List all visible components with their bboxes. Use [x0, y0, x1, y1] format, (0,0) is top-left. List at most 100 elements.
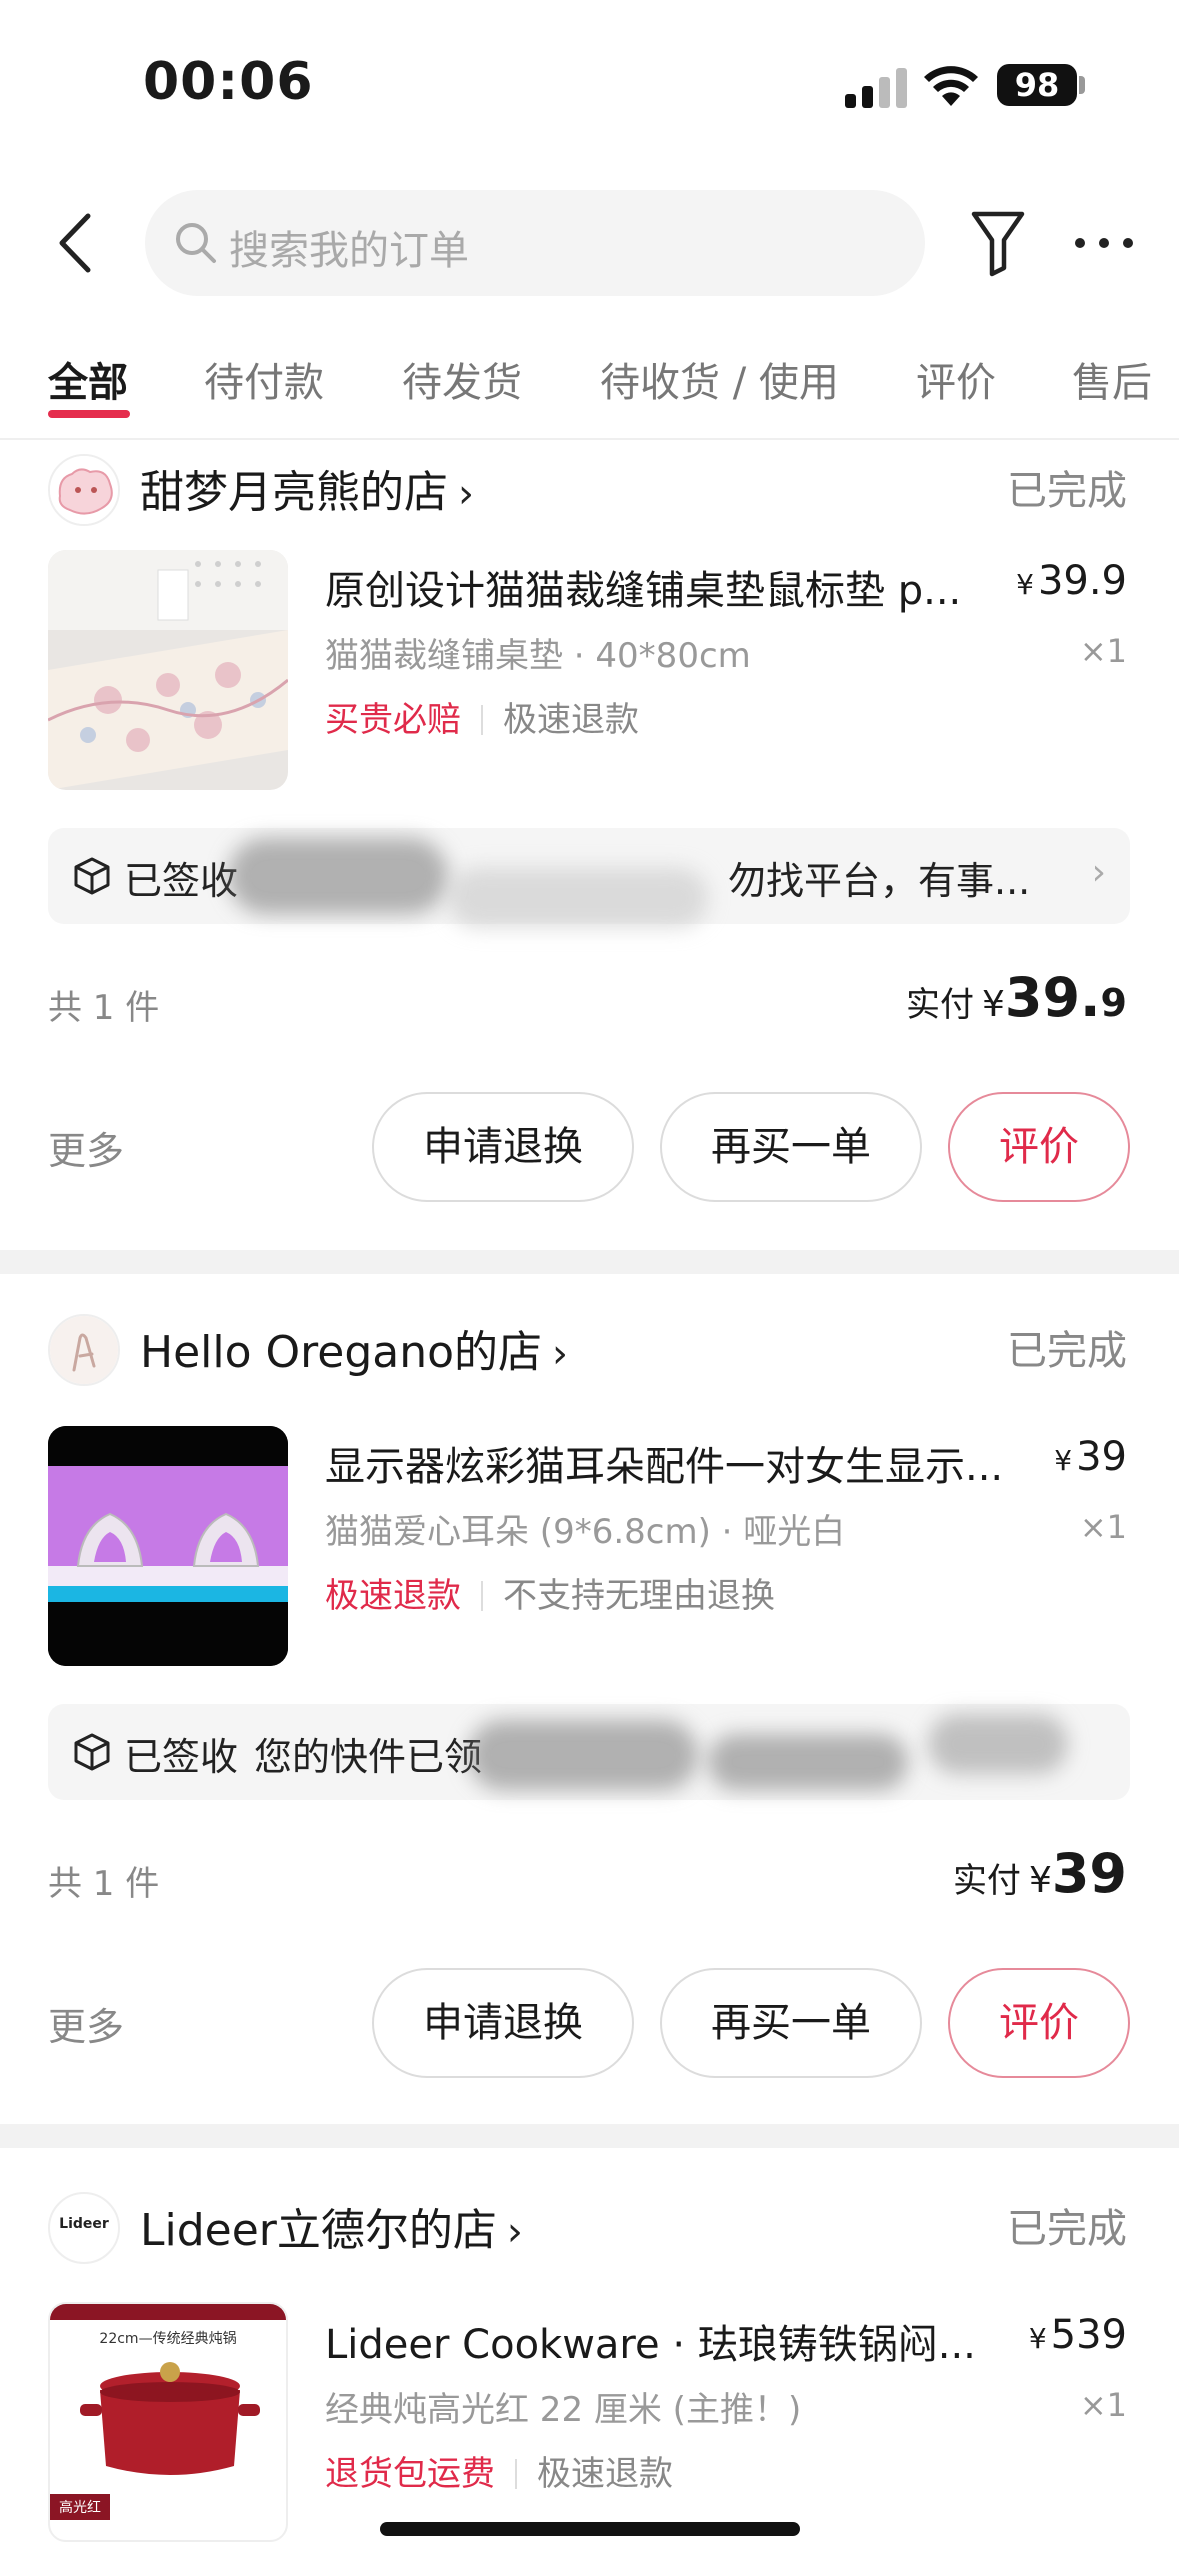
shop-logo-text: Lideer: [59, 2216, 109, 2232]
price-value: 39.9: [1037, 558, 1127, 604]
tag-fast-refund: 极速退款: [503, 700, 639, 740]
tab-active-indicator: [48, 410, 130, 418]
shop-avatar[interactable]: [48, 454, 120, 526]
product-price: ¥39: [1054, 1434, 1127, 1480]
product-price: ¥39.9: [1016, 558, 1127, 604]
order-card: 甜梦月亮熊的店 › 已完成 原创设计猫猫裁缝铺桌垫鼠标垫 p... ¥39.9 猫…: [0, 440, 1179, 1250]
logistics-banner[interactable]: 已签收 勿找平台，有事... ›: [48, 828, 1130, 928]
paid-label: 实付: [905, 985, 974, 1025]
order-status: 已完成: [1007, 2206, 1127, 2252]
thumb-top-bar: [50, 2304, 286, 2320]
back-arrow-icon[interactable]: [52, 210, 98, 276]
service-tags: 买贵必赔 极速退款: [325, 692, 639, 741]
paid-amount: 实付 ¥39: [953, 1842, 1127, 1905]
more-menu-icon[interactable]: [1075, 238, 1135, 252]
product-image[interactable]: [48, 1426, 288, 1666]
paid-label: 实付: [952, 1861, 1021, 1901]
wifi-icon: [924, 66, 978, 106]
currency-symbol: ¥: [1028, 1860, 1052, 1901]
review-button[interactable]: 评价: [948, 1968, 1130, 2078]
bear-logo-icon: [50, 456, 118, 524]
item-count: 共 1 件: [48, 1864, 160, 1904]
search-icon: [176, 223, 216, 263]
cellular-signal-icon: [845, 68, 907, 108]
product-title[interactable]: 显示器炫彩猫耳朵配件一对女生显示...: [325, 1434, 1025, 1492]
filter-icon[interactable]: [968, 208, 1028, 278]
product-title[interactable]: Lideer Cookware · 珐琅铸铁锅闷...: [325, 2312, 1025, 2370]
logistics-banner[interactable]: 已签收 您的快件已领: [48, 1704, 1130, 1800]
shop-name[interactable]: Lideer立德尔的店 ›: [140, 2194, 523, 2258]
paid-integer: 39.: [1004, 966, 1101, 1029]
buy-again-button[interactable]: 再买一单: [660, 1968, 922, 2078]
shop-name-text: Hello Oregano的店: [140, 1327, 543, 1378]
redaction-blur: [448, 868, 708, 928]
price-value: 539: [1050, 2312, 1127, 2358]
tab-pending-payment[interactable]: 待付款: [204, 350, 324, 408]
hand-logo-icon: [50, 1316, 118, 1384]
status-time: 00:06: [143, 52, 314, 112]
redaction-blur: [228, 838, 448, 914]
tab-pending-receipt[interactable]: 待收货 / 使用: [600, 350, 839, 408]
price-value: 39: [1076, 1434, 1127, 1480]
shop-name-text: Lideer立德尔的店: [140, 2205, 497, 2256]
logistics-message: 勿找平台，有事...: [728, 859, 1031, 903]
service-tags: 退货包运费 极速退款: [325, 2446, 673, 2495]
tag-no-return: 不支持无理由退换: [503, 1576, 775, 1616]
product-image[interactable]: 22cm—传统经典炖锅 高光红: [48, 2302, 288, 2542]
tag-fast-refund: 极速退款: [537, 2454, 673, 2494]
request-refund-button[interactable]: 申请退换: [372, 1092, 634, 1202]
product-spec: 猫猫爱心耳朵 (9*6.8cm) · 哑光白: [325, 1512, 846, 1552]
product-spec: 猫猫裁缝铺桌垫 · 40*80cm: [325, 636, 751, 676]
shop-avatar[interactable]: [48, 1314, 120, 1386]
tag-fast-refund: 极速退款: [325, 1576, 461, 1616]
product-image[interactable]: [48, 550, 288, 790]
redaction-blur: [468, 1720, 698, 1790]
request-refund-button[interactable]: 申请退换: [372, 1968, 634, 2078]
section-divider: [0, 1250, 1179, 1274]
section-divider: [0, 2124, 1179, 2148]
product-quantity: ×1: [1079, 2386, 1127, 2424]
more-actions-link[interactable]: 更多: [48, 1996, 124, 2051]
chevron-right-icon: ›: [1091, 852, 1106, 893]
paid-decimal: 9: [1100, 981, 1127, 1025]
tab-review[interactable]: 评价: [916, 350, 996, 408]
paid-amount: 实付 ¥39.9: [906, 966, 1127, 1029]
search-input[interactable]: 搜索我的订单: [145, 190, 925, 296]
shop-avatar[interactable]: Lideer: [48, 2192, 120, 2264]
currency-symbol: ¥: [1054, 1444, 1073, 1477]
thumb-color-badge: 高光红: [59, 2500, 101, 2516]
currency-symbol: ¥: [1016, 568, 1034, 601]
order-status: 已完成: [1007, 468, 1127, 514]
tag-separator: [481, 1581, 483, 1611]
product-quantity: ×1: [1079, 632, 1127, 670]
logistics-status: 已签收: [124, 859, 239, 903]
tag-price-guarantee: 买贵必赔: [325, 700, 461, 740]
service-tags: 极速退款 不支持无理由退换: [325, 1568, 775, 1617]
shop-name[interactable]: 甜梦月亮熊的店 ›: [140, 456, 474, 520]
order-status: 已完成: [1007, 1328, 1127, 1374]
status-bar: 00:06 98: [0, 0, 1179, 170]
product-title[interactable]: 原创设计猫猫裁缝铺桌垫鼠标垫 p...: [325, 558, 1005, 616]
tab-all[interactable]: 全部: [48, 350, 128, 408]
chevron-right-icon: ›: [552, 1331, 569, 1377]
currency-symbol: ¥: [1028, 2322, 1047, 2355]
cat-ears-image: [48, 1426, 288, 1666]
desk-mat-image: [48, 550, 288, 790]
redaction-blur: [928, 1714, 1068, 1774]
home-indicator[interactable]: [380, 2522, 800, 2536]
buy-again-button[interactable]: 再买一单: [660, 1092, 922, 1202]
review-button[interactable]: 评价: [948, 1092, 1130, 1202]
currency-symbol: ¥: [981, 984, 1005, 1025]
redaction-blur: [708, 1734, 908, 1790]
product-quantity: ×1: [1079, 1508, 1127, 1546]
logistics-status: 已签收: [124, 1735, 239, 1779]
tab-after-sales[interactable]: 售后: [1072, 350, 1152, 408]
more-actions-link[interactable]: 更多: [48, 1120, 124, 1175]
shop-name[interactable]: Hello Oregano的店 ›: [140, 1316, 568, 1380]
battery-indicator: 98: [997, 64, 1077, 106]
order-card: Hello Oregano的店 › 已完成 显示器炫彩猫耳朵配件一对女生显示...…: [0, 1274, 1179, 2124]
item-count: 共 1 件: [48, 988, 160, 1028]
tab-pending-shipment[interactable]: 待发货: [402, 350, 522, 408]
package-icon: [74, 857, 110, 895]
product-spec: 经典炖高光红 22 厘米 (主推！): [325, 2390, 802, 2430]
